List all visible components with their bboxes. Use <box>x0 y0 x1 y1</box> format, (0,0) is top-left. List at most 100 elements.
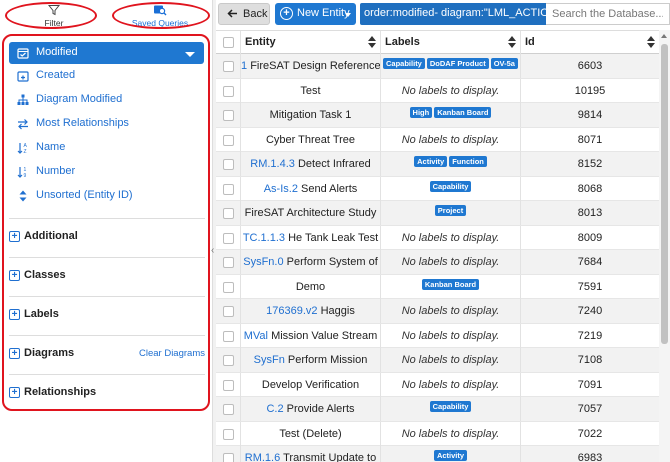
sort-option-number[interactable]: 19 Number <box>9 162 204 182</box>
row-checkbox[interactable] <box>223 110 234 121</box>
section-relationships[interactable]: + Relationships <box>9 374 205 409</box>
entity-number-link[interactable]: 1 <box>241 60 247 72</box>
entity-cell[interactable]: Develop Verification <box>240 372 380 397</box>
scrollbar-thumb[interactable] <box>661 44 668 344</box>
sort-option-name[interactable]: AZ Name <box>9 138 204 158</box>
table-row[interactable]: As-Is.2 Send Alerts Capability 8068 <box>216 176 659 201</box>
entity-cell[interactable]: RM.1.4.3 Detect Infrared <box>240 152 380 176</box>
entity-number-link[interactable]: RM.1.6 <box>245 452 280 462</box>
table-row[interactable]: SysFn Perform Mission No labels to displa… <box>216 348 659 373</box>
table-row[interactable]: Develop Verification No labels to display… <box>216 372 659 397</box>
table-row[interactable]: MVal Mission Value Stream No labels to di… <box>216 323 659 348</box>
row-checkbox[interactable] <box>223 85 234 97</box>
table-row[interactable]: SysFn.0 Perform System of No labels to di… <box>216 250 659 275</box>
header-select-all[interactable] <box>216 31 240 54</box>
entity-number-link[interactable]: SysFn <box>254 354 285 366</box>
entity-number-link[interactable]: C.2 <box>266 403 283 415</box>
table-row[interactable]: RM.1.6 Transmit Update to Activity 6983 <box>216 446 659 462</box>
table-row[interactable]: Test (Delete) No labels to display. 7022 <box>216 421 659 446</box>
sort-option-unsorted[interactable]: Unsorted (Entity ID) <box>9 186 204 206</box>
entity-cell[interactable]: Demo <box>240 274 380 299</box>
sort-option-diagram-modified[interactable]: Diagram Modified <box>9 90 204 110</box>
label-badge[interactable]: DoDAF Product <box>426 58 489 69</box>
row-checkbox[interactable] <box>223 281 234 293</box>
table-row[interactable]: 1 FireSAT Design Reference Capability DoDA… <box>216 54 659 79</box>
label-badge[interactable]: OV-5a <box>490 58 518 69</box>
search-input[interactable] <box>546 3 670 25</box>
label-badge[interactable]: Function <box>449 156 487 167</box>
select-all-checkbox[interactable] <box>223 37 234 48</box>
row-checkbox[interactable] <box>223 404 234 415</box>
column-header-labels[interactable]: Labels <box>380 31 520 54</box>
row-checkbox[interactable] <box>223 306 234 317</box>
entity-number-link[interactable]: 176369.v2 <box>266 305 317 317</box>
new-entity-button[interactable]: + New Entity <box>275 3 356 25</box>
entity-cell[interactable]: SysFn Perform Mission <box>240 348 380 372</box>
entity-cell[interactable]: As-Is.2 Send Alerts <box>240 176 380 201</box>
sort-option-created[interactable]: Created <box>9 66 204 86</box>
label-badge[interactable]: Capability <box>429 401 472 412</box>
column-header-id[interactable]: Id <box>520 31 659 54</box>
row-checkbox[interactable] <box>223 257 234 268</box>
back-button[interactable]: Back <box>218 3 270 25</box>
label-badge[interactable]: Capability <box>383 58 425 69</box>
section-labels[interactable]: + Labels <box>9 296 205 332</box>
entity-cell[interactable]: TC.1.1.3 He Tank Leak Test <box>240 225 380 250</box>
scroll-up-arrow-icon[interactable] <box>661 34 667 38</box>
entity-cell[interactable]: Test <box>240 78 380 103</box>
row-checkbox[interactable] <box>223 453 234 462</box>
entity-cell[interactable]: Test (Delete) <box>240 421 380 446</box>
label-badge[interactable]: Kanban Board <box>434 107 492 118</box>
table-row[interactable]: 176369.v2 Haggis No labels to display. 724… <box>216 299 659 324</box>
column-header-entity[interactable]: Entity <box>240 31 380 54</box>
entity-cell[interactable]: 176369.v2 Haggis <box>240 299 380 323</box>
entity-number-link[interactable]: MVal <box>244 330 268 342</box>
sort-icon[interactable] <box>508 36 516 49</box>
entity-cell[interactable]: FireSAT Architecture Study <box>240 201 380 225</box>
sort-option-modified[interactable]: Modified <box>9 42 204 64</box>
entity-number-link[interactable]: As-Is.2 <box>264 183 298 195</box>
entity-number-link[interactable]: RM.1.4.3 <box>250 158 295 170</box>
row-checkbox[interactable] <box>223 134 234 146</box>
entity-cell[interactable]: Cyber Threat Tree <box>240 127 380 152</box>
entity-cell[interactable]: RM.1.6 Transmit Update to <box>240 446 380 462</box>
entity-number-link[interactable]: TC.1.1.3 <box>243 232 285 244</box>
clear-diagrams-link[interactable]: Clear Diagrams <box>139 348 205 359</box>
sort-icon[interactable] <box>647 36 655 49</box>
label-badge[interactable]: Activity <box>433 450 468 461</box>
section-classes[interactable]: + Classes <box>9 257 205 293</box>
section-additional[interactable]: + Additional <box>9 218 205 254</box>
label-badge[interactable]: High <box>409 107 433 118</box>
sort-icon[interactable] <box>368 36 376 49</box>
label-badge[interactable]: Kanban Board <box>421 278 480 290</box>
row-checkbox[interactable] <box>223 183 234 195</box>
table-row[interactable]: C.2 Provide Alerts Capability 7057 <box>216 397 659 422</box>
table-row[interactable]: Mitigation Task 1 High Kanban Board 9814 <box>216 103 659 128</box>
entity-cell[interactable]: Mitigation Task 1 <box>240 103 380 127</box>
table-row[interactable]: RM.1.4.3 Detect Infrared Activity Function… <box>216 152 659 177</box>
label-badge[interactable]: Project <box>434 205 467 216</box>
table-row[interactable]: Test No labels to display. 10195 <box>216 78 659 103</box>
label-badge[interactable]: Capability <box>429 180 472 192</box>
tab-filter[interactable]: Filter <box>10 2 98 30</box>
entity-cell[interactable]: MVal Mission Value Stream <box>240 323 380 348</box>
table-row[interactable]: Cyber Threat Tree No labels to display. 80… <box>216 127 659 152</box>
section-diagrams[interactable]: + Diagrams Clear Diagrams <box>9 335 205 371</box>
row-checkbox[interactable] <box>223 208 234 219</box>
query-filter-chip[interactable]: order:modified- diagram:"LML_ACTION" <box>360 3 546 25</box>
row-checkbox[interactable] <box>223 379 234 391</box>
tab-saved-queries[interactable]: Saved Queries <box>112 2 208 30</box>
entity-number-link[interactable]: SysFn.0 <box>243 256 283 268</box>
label-badge[interactable]: Activity <box>414 156 448 167</box>
entity-cell[interactable]: C.2 Provide Alerts <box>240 397 380 421</box>
row-checkbox[interactable] <box>223 330 234 342</box>
row-checkbox[interactable] <box>223 232 234 244</box>
table-row[interactable]: Demo Kanban Board 7591 <box>216 274 659 299</box>
vertical-scrollbar[interactable] <box>659 30 670 462</box>
table-row[interactable]: TC.1.1.3 He Tank Leak Test No labels to d… <box>216 225 659 250</box>
row-checkbox[interactable] <box>223 61 234 72</box>
row-checkbox[interactable] <box>223 355 234 366</box>
entity-cell[interactable]: SysFn.0 Perform System of <box>240 250 380 274</box>
table-row[interactable]: FireSAT Architecture Study Project 8013 <box>216 201 659 226</box>
row-checkbox[interactable] <box>223 428 234 440</box>
